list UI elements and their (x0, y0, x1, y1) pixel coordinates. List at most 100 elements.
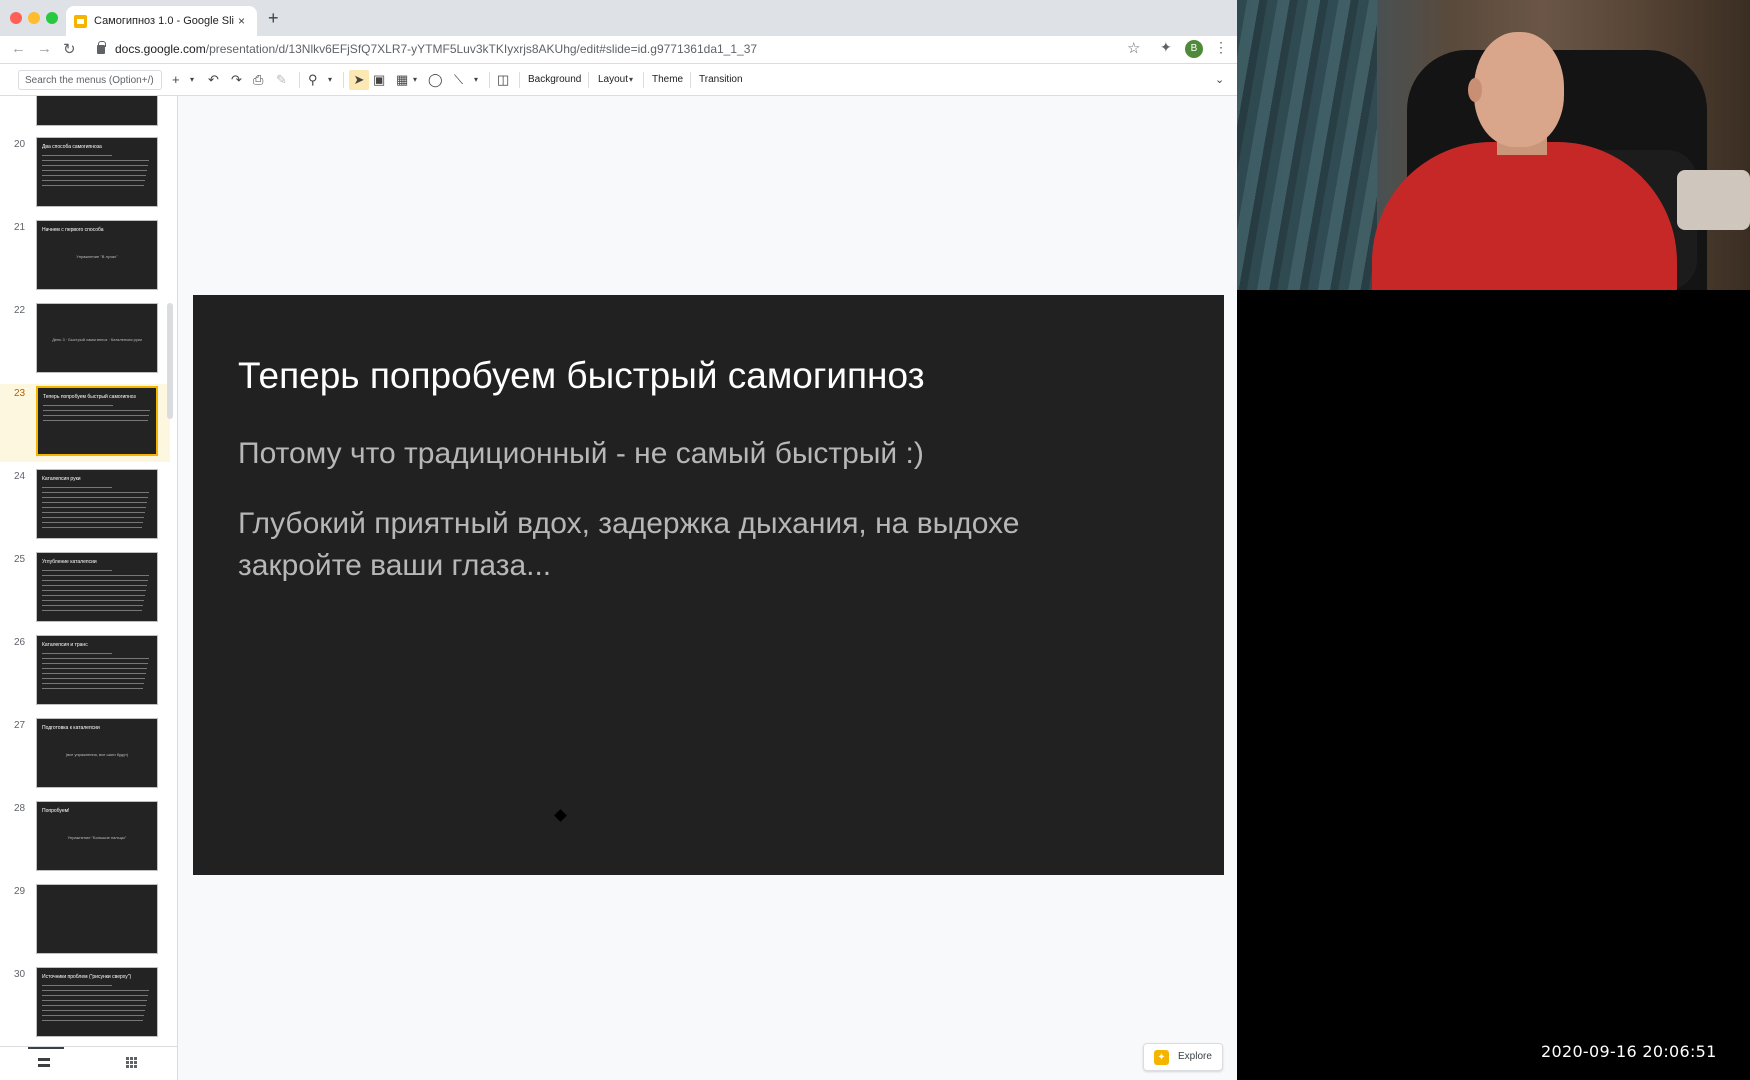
slide-thumbnail-text-line (42, 1010, 145, 1011)
shape-icon[interactable]: ◯ (428, 70, 443, 90)
slide-thumbnail-text-line (42, 600, 144, 601)
slide-thumbnail[interactable]: 21 Начнем с первого способа Упражнение "В … (0, 218, 170, 296)
slide-thumbnail[interactable]: 27 Подготовка к каталепсии (все упражнения… (0, 716, 170, 794)
slide-thumbnail-center-text: Упражнение "Большие пальцы" (67, 835, 127, 840)
browser-tab[interactable]: Самогипноз 1.0 - Google Slides × (66, 6, 257, 36)
screen: Самогипноз 1.0 - Google Slides × + ← → ↻… (0, 0, 1750, 1080)
browser-menu-icon[interactable]: ⋮ (1214, 39, 1228, 56)
slide-thumbnail-text-line (42, 658, 149, 659)
theme-button[interactable]: Theme (652, 70, 683, 90)
slide-thumbnail[interactable]: 28 Попробуем! Упражнение "Большие пальцы" (0, 799, 170, 877)
filmstrip-scrollbar[interactable] (167, 303, 173, 419)
slide-thumbnail-preview: День 3 · Быстрый самогипноз · Каталепсия… (36, 303, 158, 373)
undo-icon[interactable]: ↶ (208, 70, 219, 90)
line-icon[interactable]: ⟍ (454, 70, 463, 90)
slide-thumbnail-title: Попробуем! (42, 808, 70, 814)
paint-format-icon[interactable]: ✎ (276, 70, 287, 90)
menu-search-input[interactable]: Search the menus (Option+/) (18, 70, 162, 90)
layout-chevron-down-icon[interactable]: ▾ (629, 70, 633, 90)
slide-thumbnail-text-line (42, 1005, 146, 1006)
new-tab-button[interactable]: + (268, 8, 279, 29)
slide-thumbnail-text-line (42, 990, 149, 991)
add-comment-icon[interactable]: ◫ (497, 70, 509, 90)
slide-thumbnail-text-line (42, 502, 147, 503)
slide-thumbnail[interactable]: 20 Два способа самогипноза (0, 135, 170, 213)
window-close-button[interactable] (10, 12, 22, 24)
background-button[interactable]: Background (528, 70, 581, 90)
slide-body-line-1[interactable]: Потому что традиционный - не самый быстр… (238, 437, 924, 471)
slide-thumbnail-text-line (42, 580, 148, 581)
slide-thumbnail-preview: Два способа самогипноза (36, 137, 158, 207)
slide-thumbnail[interactable]: 22 День 3 · Быстрый самогипноз · Каталепс… (0, 301, 170, 379)
zoom-icon[interactable]: ⚲ (308, 70, 318, 90)
transition-button[interactable]: Transition (699, 70, 743, 90)
slide-thumbnail[interactable]: 23 Теперь попробуем быстрый самогипноз (0, 384, 170, 462)
slide-thumbnail-text-line (42, 663, 148, 664)
tab-close-icon[interactable]: × (238, 14, 245, 28)
slide-thumbnail-preview: Углубление каталепсии (36, 552, 158, 622)
new-slide-chevron-down-icon[interactable]: ▾ (190, 70, 194, 90)
slide-thumbnail-text-line (42, 668, 147, 669)
grid-view-icon[interactable] (126, 1057, 138, 1069)
profile-avatar[interactable]: B (1185, 40, 1203, 58)
slide-thumbnail-text-line (42, 653, 112, 654)
mouse-cursor-icon (554, 809, 567, 822)
recording-timestamp: 2020-09-16 20:06:51 (1541, 1042, 1717, 1061)
lock-icon[interactable] (97, 41, 106, 54)
zoom-chevron-down-icon[interactable]: ▾ (328, 70, 332, 90)
select-cursor-icon[interactable]: ➤ (349, 70, 369, 90)
slide-thumbnail[interactable]: 29 (0, 882, 170, 960)
new-slide-plus-icon[interactable]: + (172, 70, 180, 90)
slide-thumbnail-text-line (42, 522, 143, 523)
slide-thumbnail-preview (36, 884, 158, 954)
collapse-toolbar-chevron-icon[interactable]: ⌄ (1215, 70, 1224, 90)
slide-thumbnail-number: 25 (14, 554, 26, 565)
slide-thumbnail-center-text: День 3 · Быстрый самогипноз · Каталепсия… (52, 337, 142, 342)
slide-thumbnail-preview: Источники проблем ("рисунки сверху") (36, 967, 158, 1037)
background-furniture (1677, 170, 1750, 230)
slide-thumbnail-number: 20 (14, 139, 26, 150)
slide-thumbnail-text-line (43, 410, 150, 411)
slide-thumbnail-text-line (42, 175, 146, 176)
slide-thumbnail-text-line (42, 678, 145, 679)
slide-thumbnail[interactable]: 26 Каталепсия и транс (0, 633, 170, 711)
extensions-puzzle-icon[interactable]: ✦ (1160, 39, 1172, 56)
slide-thumbnail[interactable]: 30 Источники проблем ("рисунки сверху") (0, 965, 170, 1043)
slide-thumbnail-center-text: Упражнение "В лучах" (76, 254, 118, 259)
print-icon[interactable]: ⎙ (253, 70, 263, 90)
reload-icon[interactable]: ↻ (63, 40, 76, 58)
slide-thumbnail-text-line (42, 487, 112, 488)
layout-button[interactable]: Layout (598, 70, 628, 90)
slide-thumbnail-text-line (42, 170, 147, 171)
slide-thumbnail-number: 27 (14, 720, 26, 731)
insert-image-icon[interactable]: ▦ (396, 70, 408, 90)
slide-thumbnail-partial[interactable] (36, 96, 158, 126)
current-slide[interactable]: Теперь попробуем быстрый самогипноз Пото… (193, 295, 1224, 875)
slide-thumbnail-number: 30 (14, 969, 26, 980)
slide-thumbnail-number: 21 (14, 222, 26, 233)
slide-thumbnail[interactable]: 25 Углубление каталепсии (0, 550, 170, 628)
window-minimize-button[interactable] (28, 12, 40, 24)
slide-thumbnail-number: 28 (14, 803, 26, 814)
filmstrip-view-icon[interactable] (38, 1058, 50, 1067)
slide-thumbnail-text-line (42, 610, 142, 611)
bookmark-star-icon[interactable]: ☆ (1127, 39, 1140, 57)
slide-body-line-2[interactable]: Глубокий приятный вдох, задержка дыхания… (238, 503, 1138, 587)
slide-thumbnail[interactable]: 24 Каталепсия руки (0, 467, 170, 545)
text-box-icon[interactable]: ▣ (373, 70, 385, 90)
slide-thumbnail-text-line (42, 688, 143, 689)
slide-thumbnail-preview: Подготовка к каталепсии (все упражнения, … (36, 718, 158, 788)
window-maximize-button[interactable] (46, 12, 58, 24)
slide-thumbnail-text-line (42, 575, 149, 576)
slides-toolbar: Search the menus (Option+/) + ▾ ↶ ↷ ⎙ ✎ … (0, 64, 1237, 96)
slide-thumbnail-title: Подготовка к каталепсии (42, 725, 100, 731)
url-field[interactable]: docs.google.com/presentation/d/13Nlkv6EF… (115, 42, 757, 56)
slide-thumbnail-preview: Каталепсия и транс (36, 635, 158, 705)
back-arrow-icon[interactable]: ← (11, 40, 26, 57)
line-chevron-down-icon[interactable]: ▾ (474, 70, 478, 90)
redo-icon[interactable]: ↷ (231, 70, 242, 90)
forward-arrow-icon[interactable]: → (37, 40, 52, 57)
image-chevron-down-icon[interactable]: ▾ (413, 70, 417, 90)
slide-title[interactable]: Теперь попробуем быстрый самогипноз (238, 355, 925, 397)
explore-button[interactable]: ✦ Explore (1143, 1043, 1223, 1071)
